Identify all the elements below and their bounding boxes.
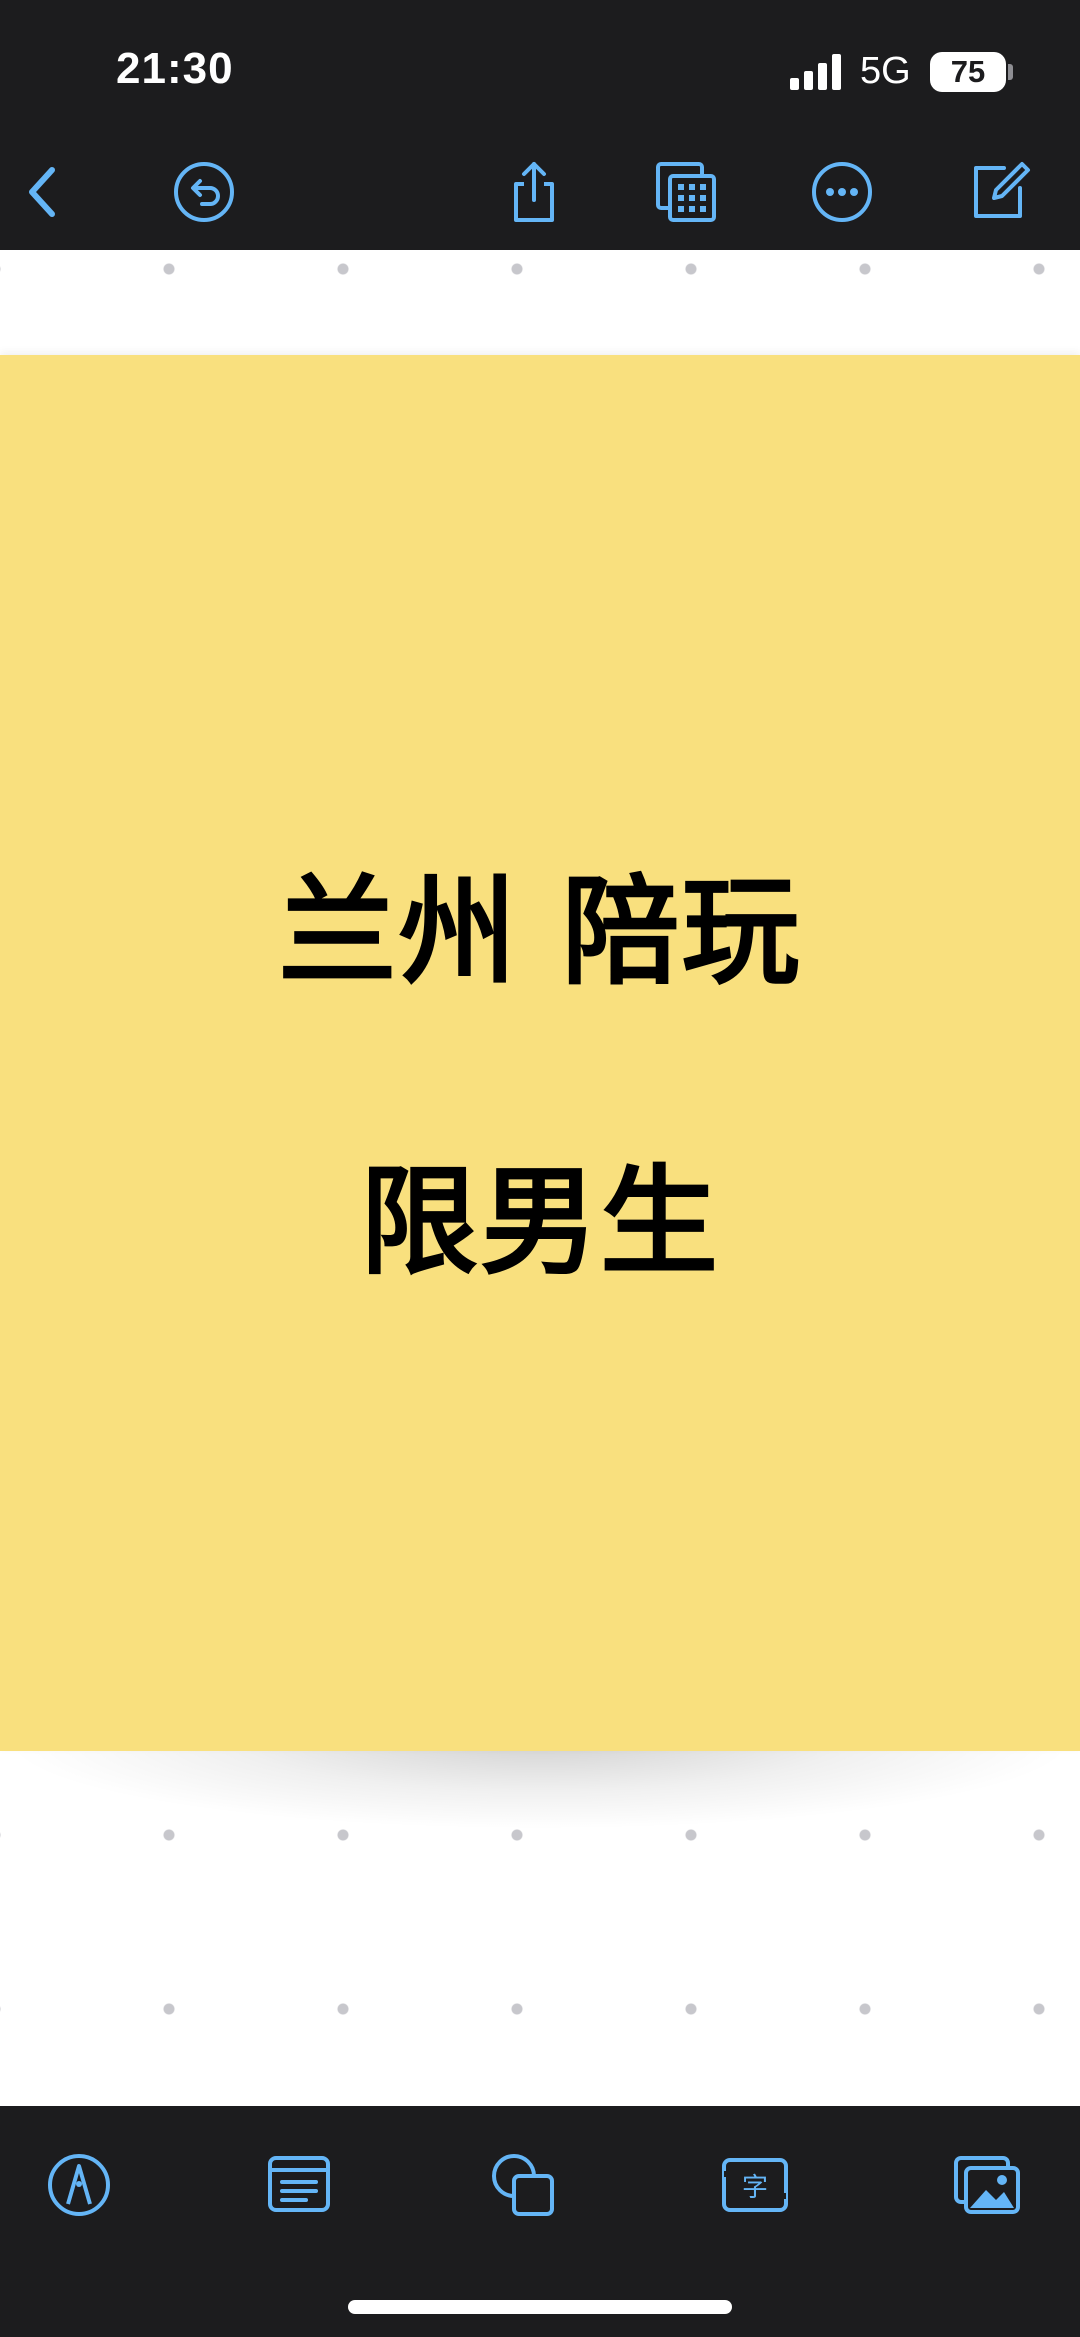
network-type: 5G: [860, 50, 911, 92]
text-box-icon: [268, 2156, 330, 2212]
share-button[interactable]: [502, 160, 566, 224]
grid-view-button[interactable]: [654, 160, 718, 224]
sticky-note-sheet[interactable]: [0, 355, 1080, 1751]
undo-button[interactable]: [172, 160, 236, 224]
text-recognition-icon: 字: [722, 2158, 788, 2212]
compose-button[interactable]: [968, 160, 1032, 224]
compose-icon: [974, 162, 1030, 218]
more-icon: [812, 162, 872, 222]
shapes-icon: [492, 2154, 554, 2216]
grid-view-icon: [656, 162, 716, 222]
battery-level: 75: [930, 52, 1006, 92]
back-chevron-icon: [29, 167, 55, 217]
back-button[interactable]: [12, 160, 76, 224]
share-icon: [514, 162, 554, 222]
pen-tool-button[interactable]: [44, 2150, 114, 2220]
undo-icon: [174, 162, 234, 222]
text-recognition-button[interactable]: 字: [720, 2150, 790, 2220]
text-box-button[interactable]: [264, 2150, 334, 2220]
note-subtitle: 限男生: [359, 1153, 720, 1291]
home-indicator[interactable]: [348, 2300, 732, 2314]
battery-tip: [1008, 64, 1013, 80]
note-title: 兰州 陪玩: [278, 863, 802, 1001]
photos-icon: [954, 2156, 1020, 2214]
sheet-shadow: [0, 1740, 1080, 1830]
status-time: 21:30: [116, 44, 234, 93]
pen-tool-icon: [48, 2154, 110, 2216]
svg-text:字: 字: [742, 2173, 768, 2203]
shapes-button[interactable]: [488, 2150, 558, 2220]
cellular-signal-icon: [790, 54, 841, 90]
photos-button[interactable]: [952, 2150, 1022, 2220]
more-button[interactable]: [810, 160, 874, 224]
